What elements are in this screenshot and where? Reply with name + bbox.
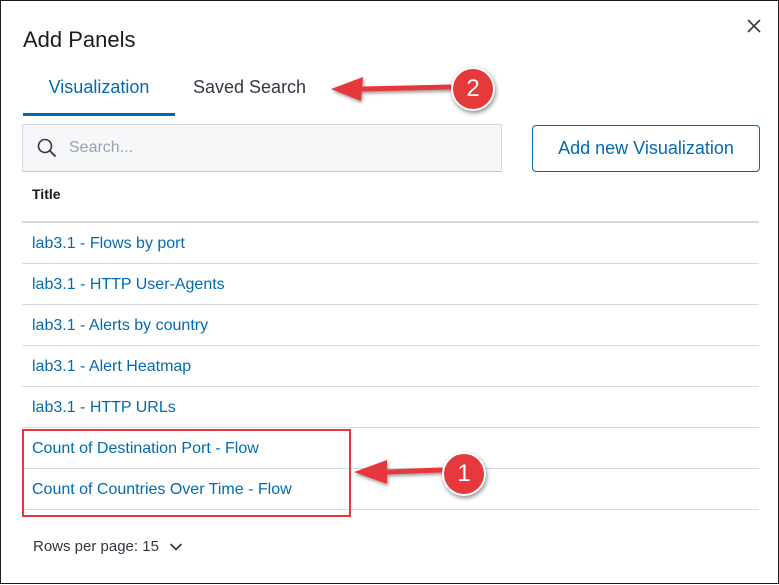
table-row: lab3.1 - Flows by port	[22, 223, 759, 264]
search-input[interactable]	[69, 125, 489, 171]
table-row: Count of Countries Over Time - Flow	[22, 469, 759, 510]
annotation-badge-2: 2	[451, 67, 495, 111]
tab-visualization[interactable]: Visualization	[23, 65, 175, 116]
table-row: Count of Destination Port - Flow	[22, 428, 759, 469]
row-link[interactable]: Count of Destination Port - Flow	[32, 440, 259, 458]
table-row: lab3.1 - Alert Heatmap	[22, 346, 759, 387]
row-link[interactable]: lab3.1 - HTTP URLs	[32, 399, 176, 417]
table-row: lab3.1 - Alerts by country	[22, 305, 759, 346]
chevron-down-icon	[169, 542, 182, 551]
add-new-visualization-button[interactable]: Add new Visualization	[532, 125, 760, 172]
rows-per-page-label: Rows per page: 15	[33, 538, 159, 555]
row-link[interactable]: Count of Countries Over Time - Flow	[32, 481, 292, 499]
row-link[interactable]: lab3.1 - HTTP User-Agents	[32, 276, 225, 294]
close-icon	[747, 19, 761, 33]
row-link[interactable]: lab3.1 - Alerts by country	[32, 317, 208, 335]
tabs: Visualization Saved Search	[23, 65, 759, 116]
table-row: lab3.1 - HTTP User-Agents	[22, 264, 759, 305]
add-panels-flyout: Add Panels Visualization Saved Search Ad…	[0, 0, 779, 584]
search-icon	[37, 138, 57, 158]
rows-per-page-button[interactable]: Rows per page: 15	[33, 538, 183, 555]
flyout-title: Add Panels	[23, 27, 136, 52]
search-field[interactable]	[22, 124, 502, 172]
row-link[interactable]: lab3.1 - Flows by port	[32, 235, 185, 253]
table-header: Title	[22, 177, 759, 223]
row-link[interactable]: lab3.1 - Alert Heatmap	[32, 358, 191, 376]
annotation-badge-1: 1	[442, 452, 486, 496]
column-header-title[interactable]: Title	[32, 186, 61, 202]
tab-saved-search[interactable]: Saved Search	[193, 65, 306, 116]
close-button[interactable]	[741, 13, 767, 39]
table-row: lab3.1 - HTTP URLs	[22, 387, 759, 428]
table-body: lab3.1 - Flows by port lab3.1 - HTTP Use…	[22, 223, 759, 510]
